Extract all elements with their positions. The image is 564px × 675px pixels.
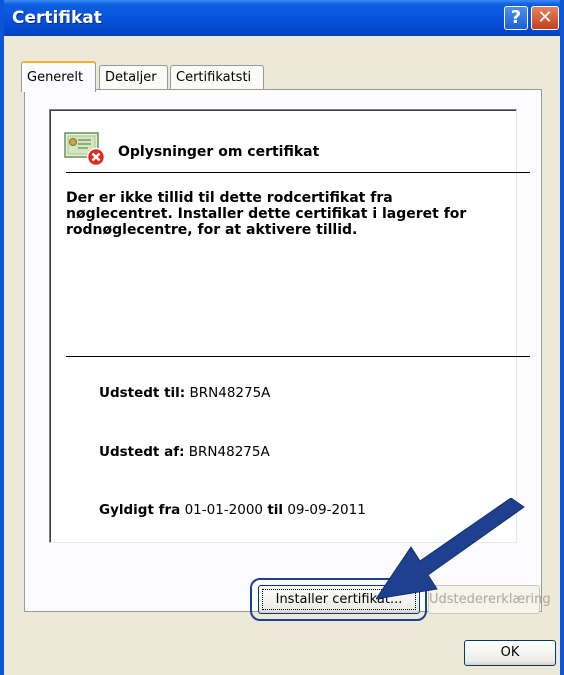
valid-row: Gyldigt fra 01-01-2000 til 09-09-2011 [99,502,366,518]
middle-divider [66,356,530,357]
close-icon[interactable]: ✕ [531,6,559,30]
ok-button[interactable]: OK [464,640,556,666]
valid-from-label: Gyldigt fra [99,502,181,518]
title-bar[interactable]: Certifikat ? ✕ [4,0,560,36]
valid-to-label: til [267,502,284,518]
annotation-arrow-icon [376,498,525,600]
tab-generelt[interactable]: Generelt [21,61,96,92]
trust-message: Der er ikke tillid til dette rodcertifik… [66,190,467,238]
issued-to-row: Udstedt til: BRN48275A [99,385,270,401]
issued-to-label: Udstedt til: [99,385,186,401]
info-title: Oplysninger om certifikat [118,144,320,160]
tab-certifikatsti[interactable]: Certifikatsti [170,65,264,90]
window-title: Certifikat [12,8,102,28]
certificate-dialog: Certifikat ? ✕ Generelt Detaljer Certifi… [0,0,564,675]
certificate-info-box: Oplysninger om certifikat Der er ikke ti… [49,109,530,543]
certificate-error-icon [64,132,106,166]
tab-detaljer[interactable]: Detaljer [99,65,168,90]
issued-to-value: BRN48275A [189,385,271,401]
top-divider [66,172,530,173]
issued-by-row: Udstedt af: BRN48275A [99,444,270,460]
issued-by-value: BRN48275A [188,444,270,460]
valid-to-value: 09-09-2011 [287,502,366,518]
help-icon[interactable]: ? [504,6,528,30]
issued-by-label: Udstedt af: [99,444,185,460]
valid-from-value: 01-01-2000 [184,502,264,518]
